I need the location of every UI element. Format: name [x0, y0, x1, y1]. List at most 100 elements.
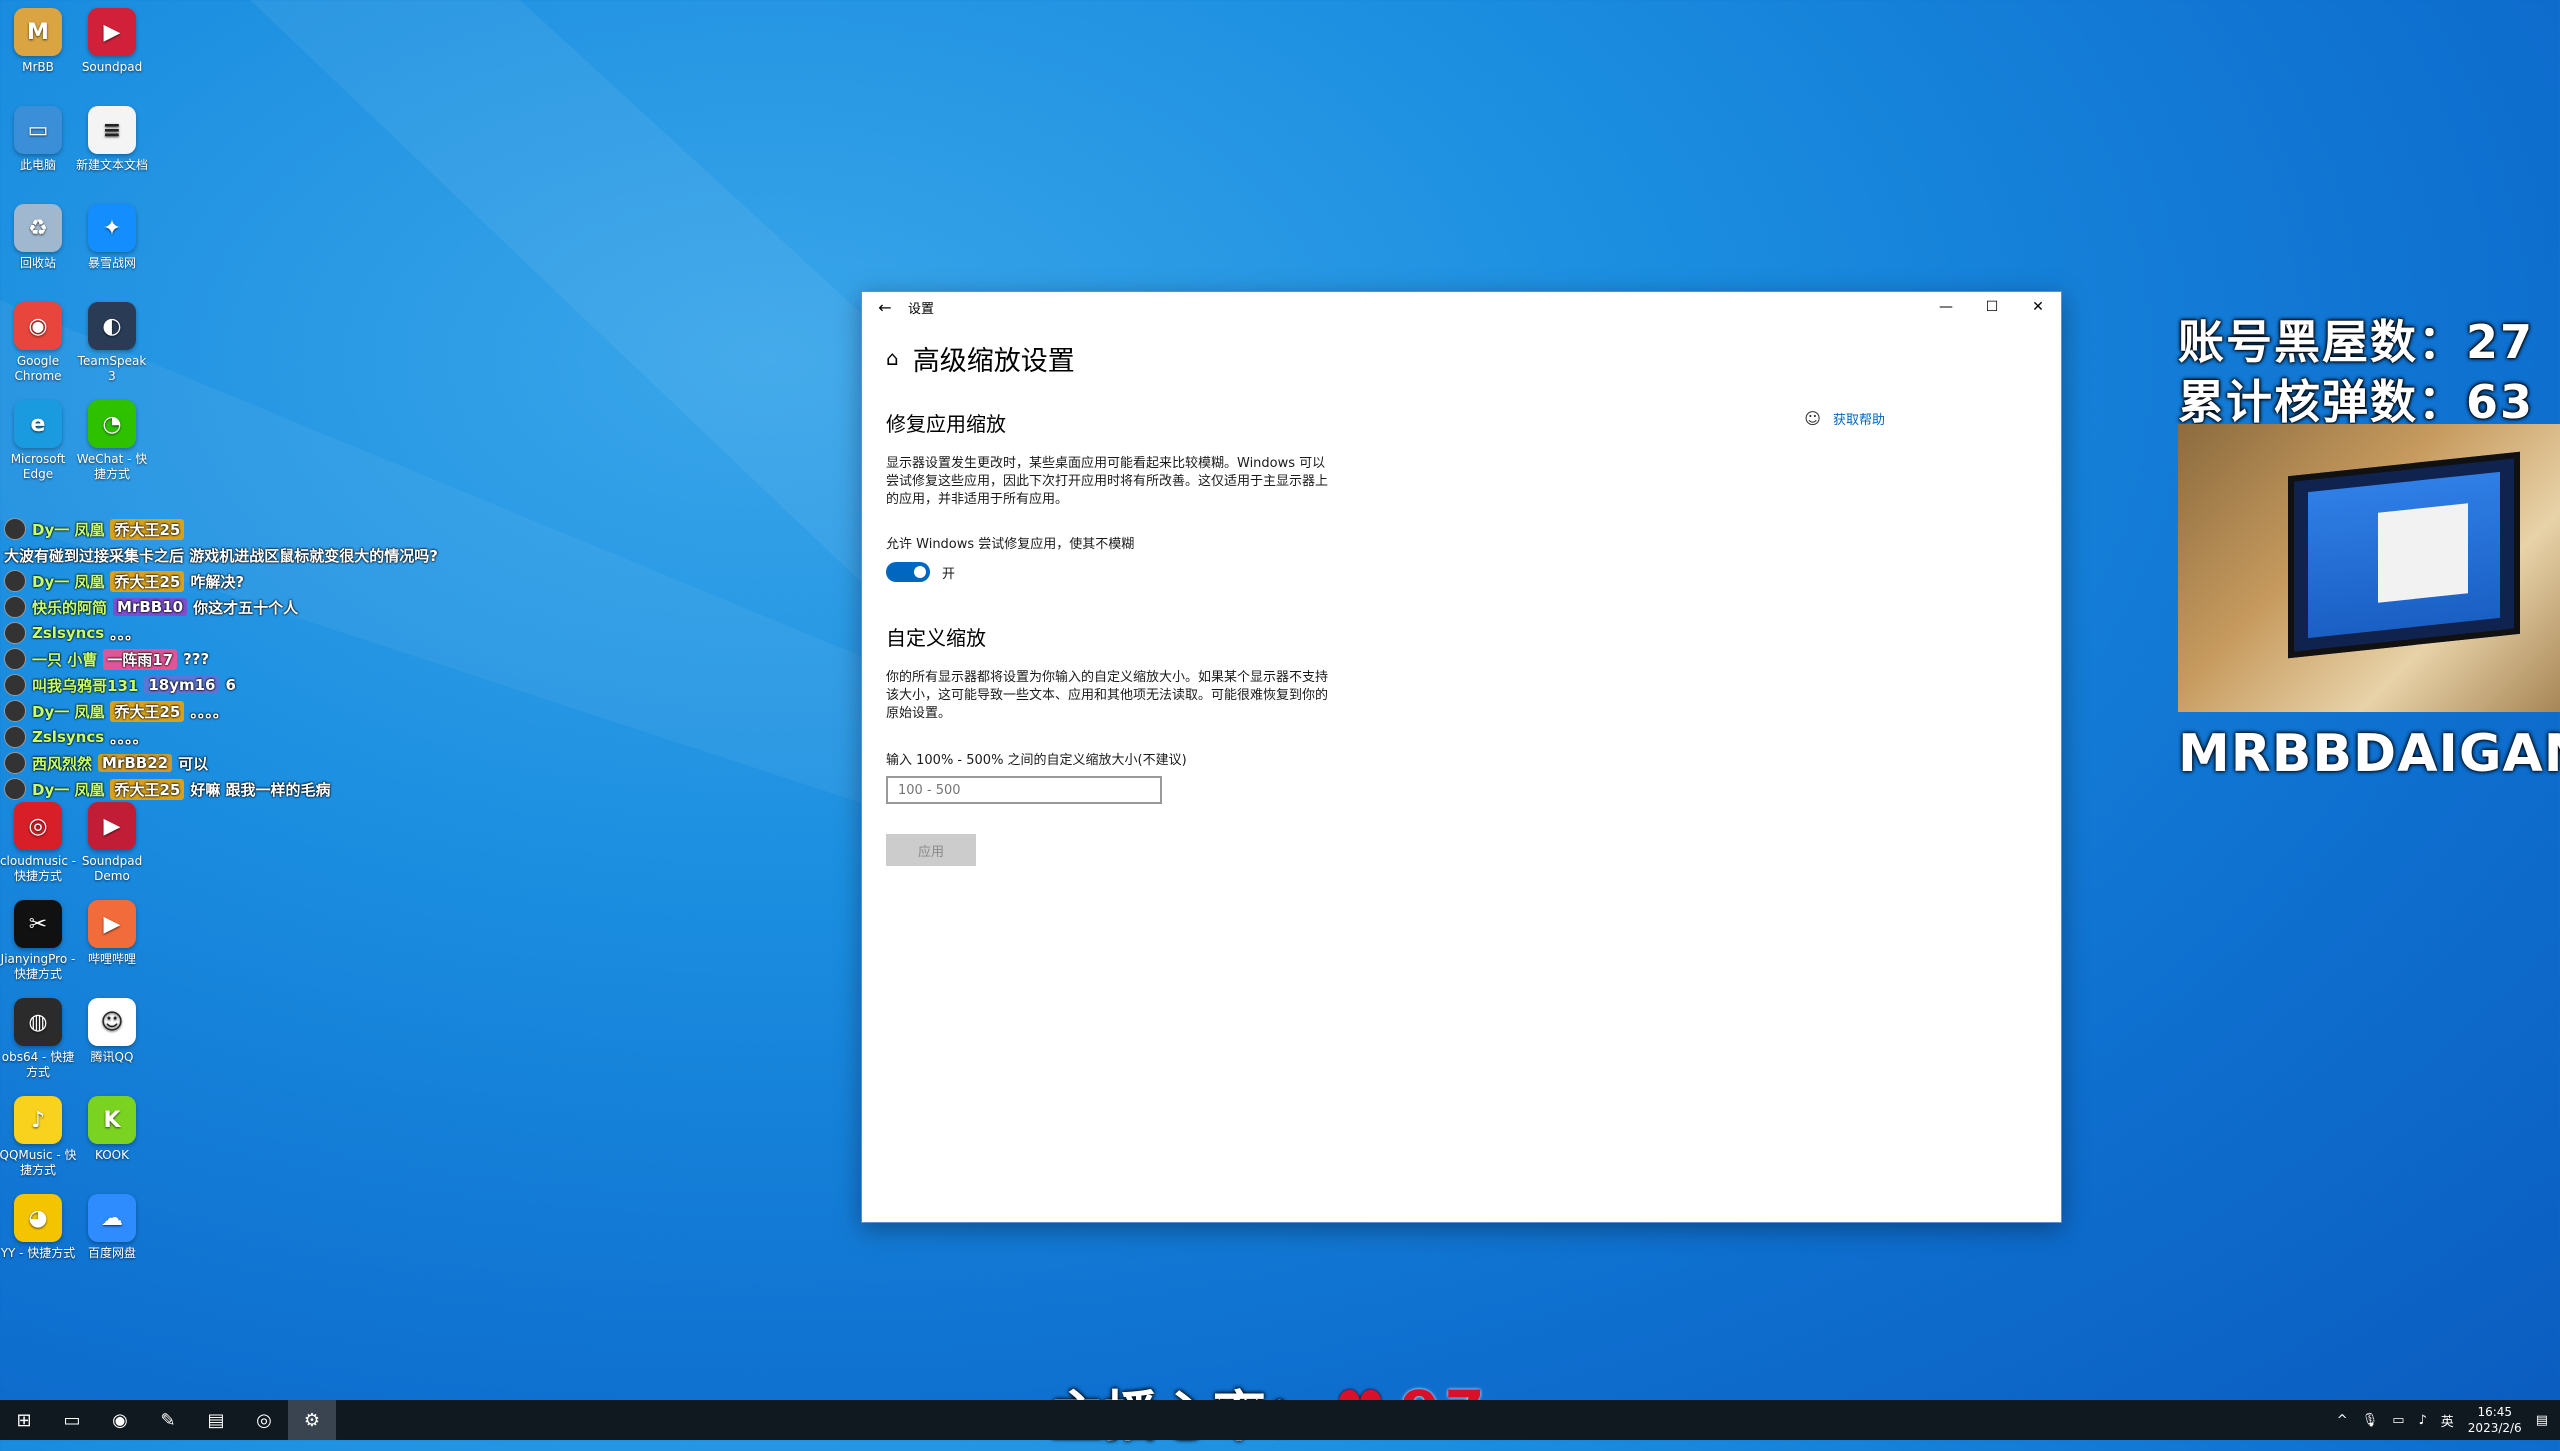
settings-gear-icon[interactable]: ⚙ — [288, 1400, 336, 1440]
window-titlebar[interactable]: ← 设置 — ☐ ✕ — [862, 292, 2061, 322]
qq-icon: ☺ — [88, 998, 136, 1046]
chat-message: Dy一 凤凰 乔大王25 — [4, 516, 524, 542]
soundpad-demo-icon: ▶ — [88, 802, 136, 850]
desktop-icon-label: YY - 快捷方式 — [0, 1246, 76, 1260]
desktop-icon[interactable]: ♪ QQMusic - 快捷方式 — [0, 1096, 78, 1178]
settings-window[interactable]: ← 设置 — ☐ ✕ ☺ 获取帮助 ⌂ 高级缩放设置 修复应用缩放 显示器设置发… — [861, 291, 2062, 1223]
ime-indicator[interactable]: 英 — [2441, 1411, 2454, 1430]
desktop-icon[interactable]: ◕ YY - 快捷方式 — [0, 1194, 78, 1261]
notification-icon[interactable]: ▤ — [2536, 1413, 2548, 1428]
chat-text: 6 — [225, 676, 236, 694]
chat-message: Zslsyncs 。。。。 — [4, 724, 524, 750]
desktop-icon[interactable]: ✦ 暴雪战网 — [72, 204, 152, 271]
chat-text: 。。。。 — [190, 702, 228, 721]
desktop-icon[interactable]: M MrBB — [0, 8, 78, 75]
fix-apps-toggle[interactable] — [886, 562, 930, 582]
chat-text: 。。。。 — [110, 728, 148, 747]
blackroom-count: 账号黑屋数：27 — [2178, 315, 2535, 369]
clock-time: 16:45 — [2477, 1405, 2513, 1419]
desktop-icon[interactable]: ▶ Soundpad — [72, 8, 152, 75]
desktop-icon-label: 腾讯QQ — [90, 1050, 134, 1064]
chat-badge: 乔大王25 — [110, 778, 185, 800]
clock[interactable]: 16:45 2023/2/6 — [2468, 1404, 2522, 1436]
minimize-button[interactable]: — — [1923, 292, 1969, 322]
get-help-link[interactable]: ☺ 获取帮助 — [1804, 409, 1885, 428]
desktop-icon[interactable]: ▶ Soundpad Demo — [72, 802, 152, 884]
chat-message: 叫我乌鸦哥131 18ym16 6 — [4, 672, 524, 698]
desktop-icon[interactable]: e Microsoft Edge — [0, 400, 78, 482]
chat-avatar — [4, 596, 26, 618]
chat-message: Zslsyncs 。。。 — [4, 620, 524, 646]
maximize-button[interactable]: ☐ — [1969, 292, 2015, 322]
webcam-feed — [2178, 424, 2560, 712]
desktop-icon[interactable]: ◉ Google Chrome — [0, 302, 78, 384]
desktop-icon[interactable]: ☁ 百度网盘 — [72, 1194, 152, 1261]
desktop-icon[interactable]: ◍ obs64 - 快捷方式 — [0, 998, 78, 1080]
page-title: 高级缩放设置 — [912, 345, 1075, 377]
desktop-icon[interactable]: ✂ JianyingPro - 快捷方式 — [0, 900, 78, 982]
chat-message: 快乐的阿简 MrBB10 你这才五十个人 — [4, 594, 524, 620]
edge-icon: e — [14, 400, 62, 448]
help-chat-icon: ☺ — [1804, 409, 1821, 428]
tray-chevron-icon[interactable]: ^ — [2337, 1413, 2348, 1428]
steam-taskbar-icon[interactable]: ◎ — [240, 1400, 288, 1440]
chat-badge: 乔大王25 — [110, 518, 185, 540]
soundpad-icon: ▶ — [88, 8, 136, 56]
desktop-icon-label: Microsoft Edge — [10, 452, 66, 481]
chat-avatar — [4, 778, 26, 800]
chrome-taskbar-icon[interactable]: ◉ — [96, 1400, 144, 1440]
apply-button[interactable]: 应用 — [886, 834, 976, 866]
chat-username: Dy一 凤凰 — [32, 702, 105, 721]
back-arrow-icon[interactable]: ← — [862, 298, 908, 317]
desktop-icon[interactable]: ♻ 回收站 — [0, 204, 78, 271]
netease-music-icon: ◎ — [14, 802, 62, 850]
desktop-icon-label: 百度网盘 — [87, 1246, 136, 1260]
taskbar: ⊞ ▭ ◉ ✎ ▤ ◎ ⚙ ^ 🎙 ▭ ♪ 英 16:45 2023/2/6 ▤ — [0, 1400, 2560, 1440]
bilibili-icon: ▶ — [88, 900, 136, 948]
desktop-icon[interactable]: ◎ cloudmusic - 快捷方式 — [0, 802, 78, 884]
desktop-icon-label: cloudmusic - 快捷方式 — [0, 854, 77, 883]
system-tray: ^ 🎙 ▭ ♪ 英 16:45 2023/2/6 ▤ — [2337, 1400, 2560, 1440]
microphone-icon[interactable]: 🎙 — [2362, 1413, 2379, 1428]
desktop-icon-label: MrBB — [22, 60, 54, 74]
chat-message: Dy一 凤凰 乔大王25 咋解决? — [4, 568, 524, 594]
streamer-brand: MRBBDAIGAN — [2178, 724, 2560, 784]
desktop-icon[interactable]: ◐ TeamSpeak 3 — [72, 302, 152, 384]
custom-scaling-description: 你的所有显示器都将设置为你输入的自定义缩放大小。如果某个显示器不支持该大小，这可… — [886, 670, 1329, 721]
window-title: 设置 — [908, 301, 935, 317]
home-icon[interactable]: ⌂ — [886, 346, 899, 370]
desktop-icon[interactable]: ◔ WeChat - 快捷方式 — [72, 400, 152, 482]
custom-scale-input[interactable] — [886, 776, 1162, 804]
get-help-label[interactable]: 获取帮助 — [1833, 409, 1885, 428]
chat-username: Dy一 凤凰 — [32, 572, 105, 591]
volume-icon[interactable]: ♪ — [2418, 1413, 2426, 1428]
desktop-icon-label: TeamSpeak 3 — [77, 354, 147, 383]
desktop-icon-label: 哔哩哔哩 — [87, 952, 136, 966]
text-document-icon: ≡ — [88, 106, 136, 154]
close-button[interactable]: ✕ — [2015, 292, 2061, 322]
chat-avatar — [4, 700, 26, 722]
desktop-icon[interactable]: K KOOK — [72, 1096, 152, 1163]
netflix-style-app-icon[interactable]: ▤ — [192, 1400, 240, 1440]
chat-message: 大波有碰到过接采集卡之后 游戏机进战区鼠标就变很大的情况吗? — [4, 542, 524, 568]
file-explorer-icon[interactable]: ▭ — [48, 1400, 96, 1440]
recycle-bin-icon: ♻ — [14, 204, 62, 252]
desktop-icon[interactable]: ☺ 腾讯QQ — [72, 998, 152, 1065]
settings-content: ⌂ 高级缩放设置 修复应用缩放 显示器设置发生更改时，某些桌面应用可能看起来比较… — [886, 332, 1336, 866]
desktop-icon[interactable]: ▭ 此电脑 — [0, 106, 78, 173]
chat-text: ??? — [183, 650, 210, 668]
fix-apps-toggle-label: 允许 Windows 尝试修复应用，使其不模糊 — [886, 537, 1135, 552]
nuke-count: 累计核弹数：63 — [2178, 375, 2535, 429]
live-chat-overlay: Dy一 凤凰 乔大王25 大波有碰到过接采集卡之后 游戏机进战区鼠标就变很大的情况吗… — [4, 516, 524, 802]
desktop-icon[interactable]: ≡ 新建文本文档 — [72, 106, 152, 173]
desktop-icon[interactable]: ▶ 哔哩哔哩 — [72, 900, 152, 967]
chat-text: 咋解决? — [190, 572, 245, 591]
chat-message: Dy一 凤凰 乔大王25 。。。。 — [4, 698, 524, 724]
chat-badge: 乔大王25 — [110, 570, 185, 592]
battlenet-icon: ✦ — [88, 204, 136, 252]
chat-badge: 18ym16 — [144, 676, 220, 694]
feather-app-icon[interactable]: ✎ — [144, 1400, 192, 1440]
network-icon[interactable]: ▭ — [2392, 1413, 2404, 1428]
toggle-state-label: 开 — [942, 566, 956, 582]
windows-start-icon[interactable]: ⊞ — [0, 1400, 48, 1440]
